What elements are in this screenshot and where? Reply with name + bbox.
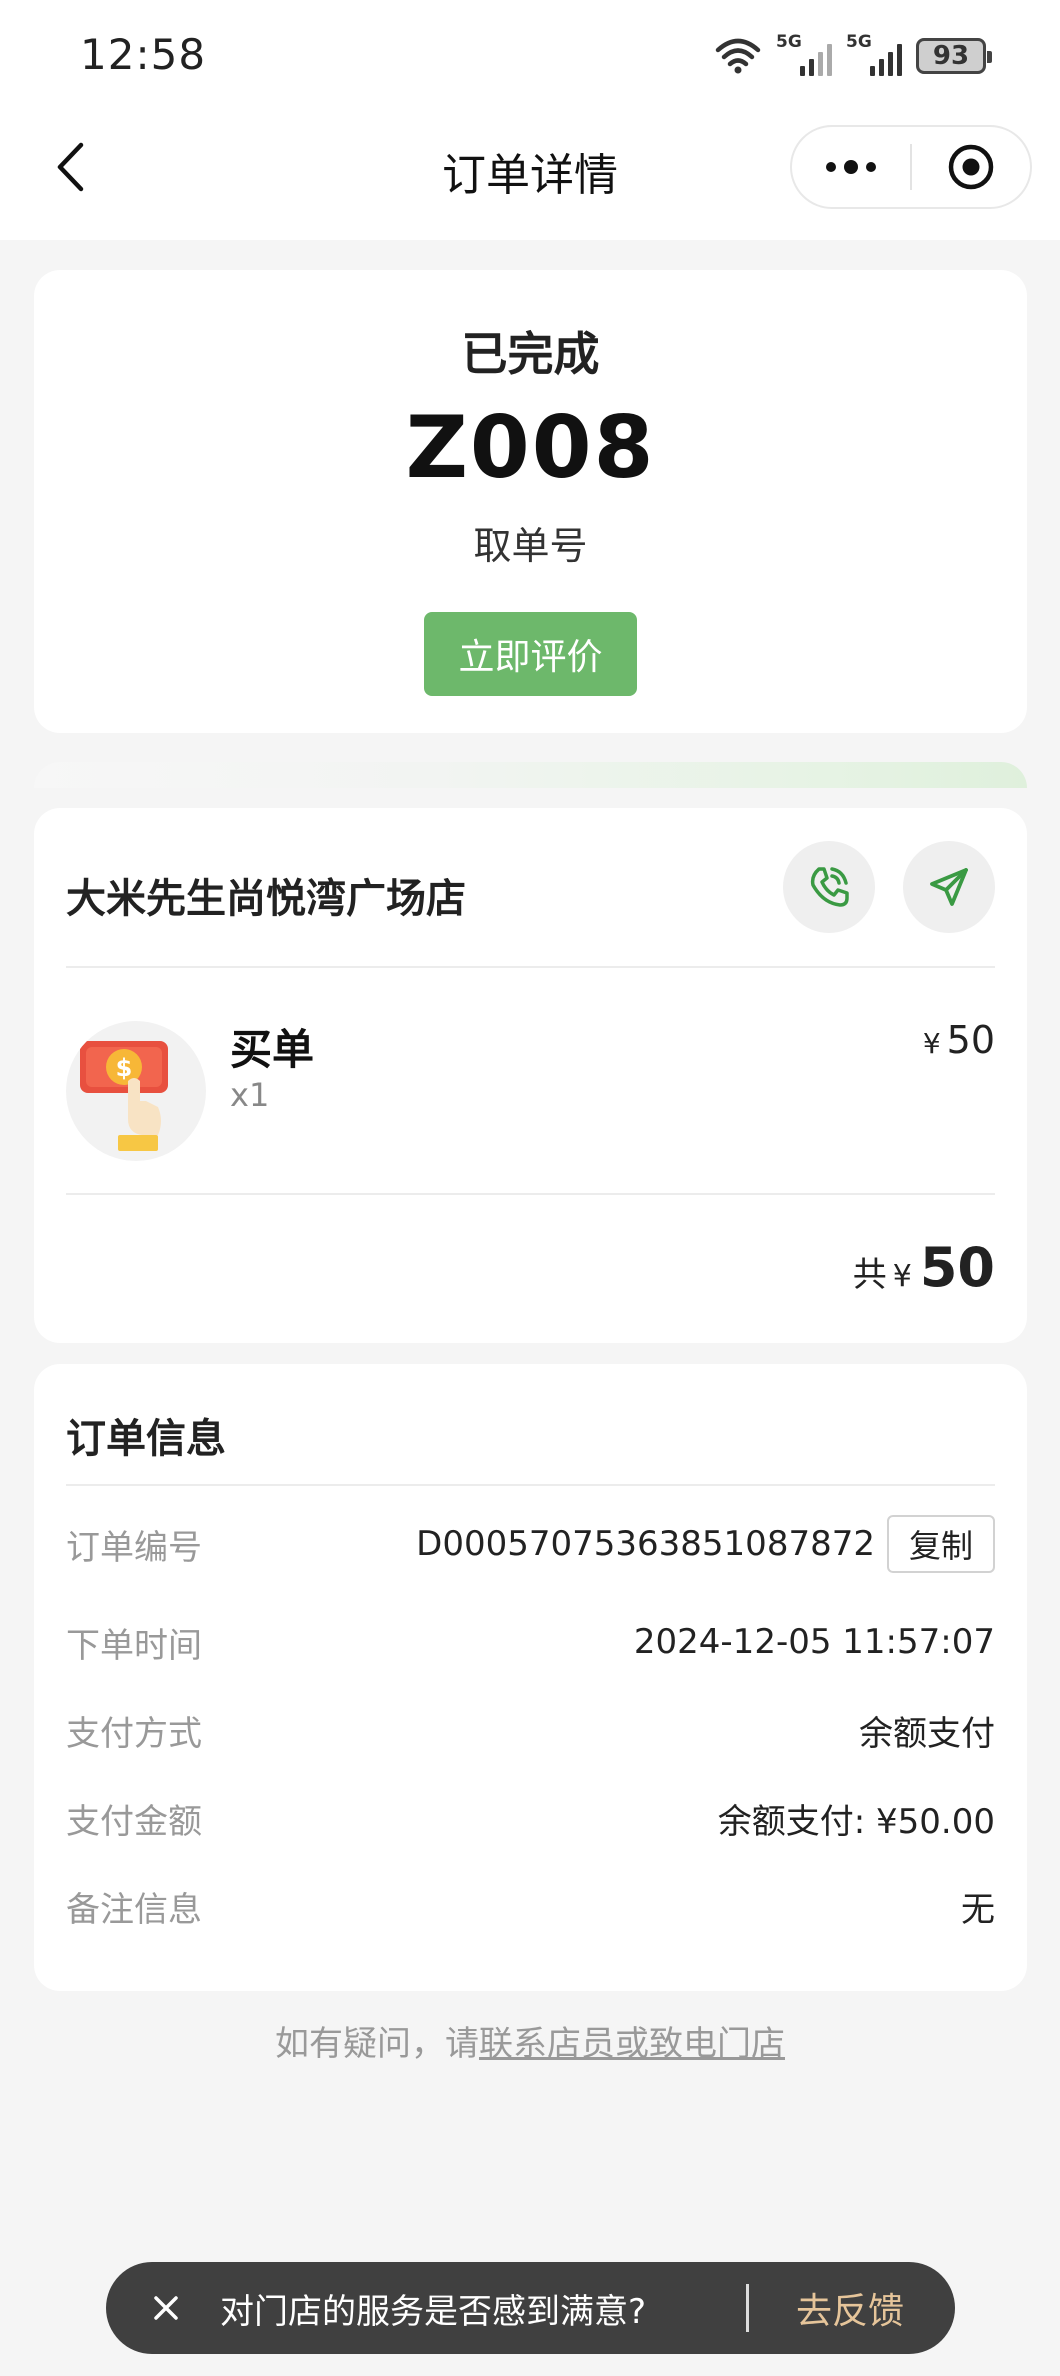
divider [66, 1484, 995, 1486]
info-label: 支付金额 [66, 1801, 202, 1842]
pickup-label: 取单号 [473, 524, 588, 568]
order-status-card: 已完成 Z008 取单号 立即评价 [34, 270, 1027, 733]
pickup-number: Z008 [405, 398, 656, 498]
total-amount: 50 [919, 1236, 995, 1299]
info-label: 备注信息 [66, 1889, 202, 1930]
contact-store-link[interactable]: 联系店员或致电门店 [479, 2024, 785, 2064]
order-number: D00057075363851087872 复制 [416, 1515, 995, 1573]
feedback-question: 对门店的服务是否感到满意? [220, 2291, 647, 2332]
promo-strip [34, 762, 1027, 788]
info-row-remarks: 备注信息 无 [66, 1876, 995, 1936]
phone-icon [810, 867, 849, 907]
info-row-payment-method: 支付方式 余额支付 [66, 1700, 995, 1760]
item-quantity: x1 [230, 1076, 270, 1114]
network-type-1: 5G [776, 32, 802, 52]
feedback-divider [746, 2284, 749, 2332]
item-price-value: 50 [946, 1018, 995, 1062]
more-dots-icon [826, 160, 876, 174]
call-store-button[interactable] [783, 841, 875, 933]
order-time: 2024-12-05 11:57:07 [633, 1622, 995, 1662]
review-button[interactable]: 立即评价 [424, 612, 637, 696]
feedback-bar: 对门店的服务是否感到满意? 去反馈 [106, 2262, 955, 2354]
status-icons: 5G 5G 93 [714, 32, 992, 78]
info-label: 下单时间 [66, 1625, 202, 1666]
info-label: 支付方式 [66, 1713, 202, 1754]
info-row-payment-amount: 支付金额 余额支付: ¥50.00 [66, 1788, 995, 1848]
navigate-arrow-icon [930, 868, 968, 906]
nav-bar: 订单详情 [0, 115, 1060, 240]
order-info-title: 订单信息 [66, 1416, 226, 1462]
feedback-action-button[interactable]: 去反馈 [796, 2262, 904, 2354]
order-number-value: D00057075363851087872 [416, 1524, 875, 1564]
item-price: ¥50 [923, 1018, 995, 1062]
info-row-order-time: 下单时间 2024-12-05 11:57:07 [66, 1612, 995, 1672]
store-card: 大米先生尚悦湾广场店 $ 买单 x1 ¥50 共 ¥ 50 [34, 808, 1027, 1343]
remarks: 无 [961, 1889, 995, 1930]
payment-amount: 余额支付: ¥50.00 [717, 1801, 995, 1842]
total-currency: ¥ [892, 1259, 912, 1294]
svg-text:$: $ [116, 1054, 133, 1082]
total-label: 共 [852, 1255, 887, 1295]
item-image: $ [66, 1021, 206, 1161]
signal-icon-2: 5G [846, 32, 902, 76]
info-label: 订单编号 [66, 1527, 202, 1568]
divider [66, 1193, 995, 1195]
divider [66, 966, 995, 968]
pay-bill-icon: $ [80, 1041, 168, 1151]
signal-icon-1: 5G [776, 32, 832, 76]
wifi-icon [715, 38, 761, 74]
network-type-2: 5G [846, 32, 872, 52]
copy-button[interactable]: 复制 [886, 1515, 995, 1573]
payment-method: 余额支付 [859, 1713, 995, 1754]
target-circle-icon [948, 144, 994, 190]
status-bar: 12:58 5G 5G 93 [0, 0, 1060, 115]
feedback-close-button[interactable] [130, 2262, 202, 2354]
battery-icon: 93 [916, 38, 992, 74]
order-status: 已完成 [461, 327, 600, 381]
info-row-order-number: 订单编号 D00057075363851087872 复制 [66, 1514, 995, 1574]
mini-program-capsule [790, 125, 1032, 209]
navigate-store-button[interactable] [903, 841, 995, 933]
order-total: 共 ¥ 50 [853, 1236, 995, 1299]
currency-symbol: ¥ [922, 1027, 941, 1060]
order-info-card: 订单信息 订单编号 D00057075363851087872 复制 下单时间 … [34, 1364, 1027, 1991]
close-icon [154, 2296, 178, 2320]
help-text: 如有疑问，请联系店员或致电门店 [0, 2016, 1060, 2065]
exit-button[interactable] [912, 127, 1030, 207]
battery-level: 93 [932, 41, 970, 71]
item-name: 买单 [230, 1025, 315, 1074]
more-button[interactable] [792, 127, 910, 207]
store-name: 大米先生尚悦湾广场店 [66, 876, 466, 922]
help-prefix: 如有疑问，请 [275, 2024, 479, 2064]
status-time: 12:58 [80, 30, 207, 79]
